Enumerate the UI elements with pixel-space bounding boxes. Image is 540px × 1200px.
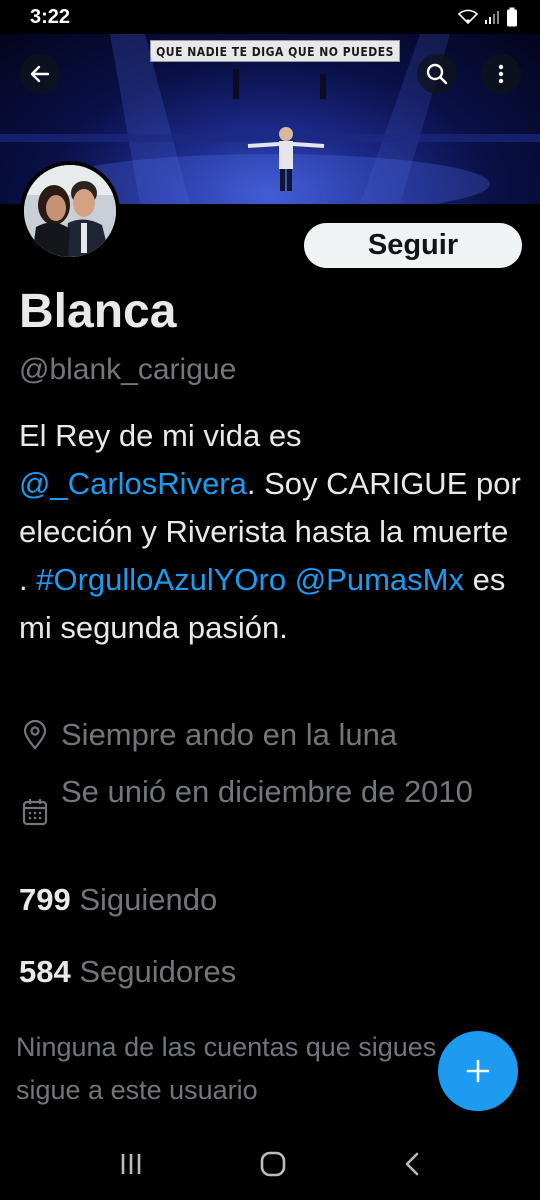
followers-count: 584 xyxy=(19,954,71,989)
recent-apps-icon[interactable] xyxy=(118,1152,144,1176)
bio-text: El Rey de mi vida es xyxy=(19,418,302,453)
status-time: 3:22 xyxy=(30,5,71,28)
following-label: Siguiendo xyxy=(79,882,218,917)
username-handle: @blank_carigue xyxy=(19,353,237,386)
followers-you-know-note: Ninguna de las cuentas que sigues sigue … xyxy=(16,1032,437,1105)
bio-text xyxy=(286,562,295,597)
profile-bio: El Rey de mi vida es @_CarlosRivera. Soy… xyxy=(19,412,524,652)
more-options-button[interactable] xyxy=(481,54,521,94)
location-row: Siempre ando en la luna xyxy=(19,715,397,755)
status-bar: 3:22 xyxy=(0,0,540,34)
display-name: Blanca xyxy=(19,285,177,338)
bio-mention-pumasmx[interactable]: @PumasMx xyxy=(295,562,464,597)
arrow-left-icon xyxy=(30,65,50,83)
calendar-icon xyxy=(19,772,51,852)
plus-icon xyxy=(466,1059,490,1083)
signal-icon xyxy=(485,11,499,24)
status-icons xyxy=(458,7,518,27)
home-icon[interactable] xyxy=(259,1150,287,1178)
back-button[interactable] xyxy=(20,54,60,94)
profile-avatar[interactable] xyxy=(20,161,120,261)
system-nav-bar xyxy=(0,1128,540,1200)
wifi-icon xyxy=(458,9,478,25)
battery-icon xyxy=(507,7,517,27)
compose-fab[interactable] xyxy=(438,1031,518,1111)
location-pin-icon xyxy=(19,715,51,755)
search-icon xyxy=(426,63,448,85)
following-count: 799 xyxy=(19,882,71,917)
bio-mention-carlosrivera[interactable]: @_CarlosRivera xyxy=(19,466,247,501)
joined-row: Se unió en diciembre de 2010 xyxy=(19,772,489,852)
avatar-photo xyxy=(24,165,116,257)
joined-text: Se unió en diciembre de 2010 xyxy=(61,774,473,809)
search-button[interactable] xyxy=(417,54,457,94)
location-text: Siempre ando en la luna xyxy=(61,717,398,752)
follow-button[interactable]: Seguir xyxy=(304,223,522,268)
following-count-link[interactable]: 799 Siguiendo xyxy=(19,882,217,918)
more-vertical-icon xyxy=(498,64,504,84)
back-nav-icon[interactable] xyxy=(402,1151,422,1177)
bio-hashtag[interactable]: #OrgulloAzulYOro xyxy=(36,562,286,597)
followers-count-link[interactable]: 584 Seguidores xyxy=(19,954,236,990)
followers-label: Seguidores xyxy=(79,954,237,989)
